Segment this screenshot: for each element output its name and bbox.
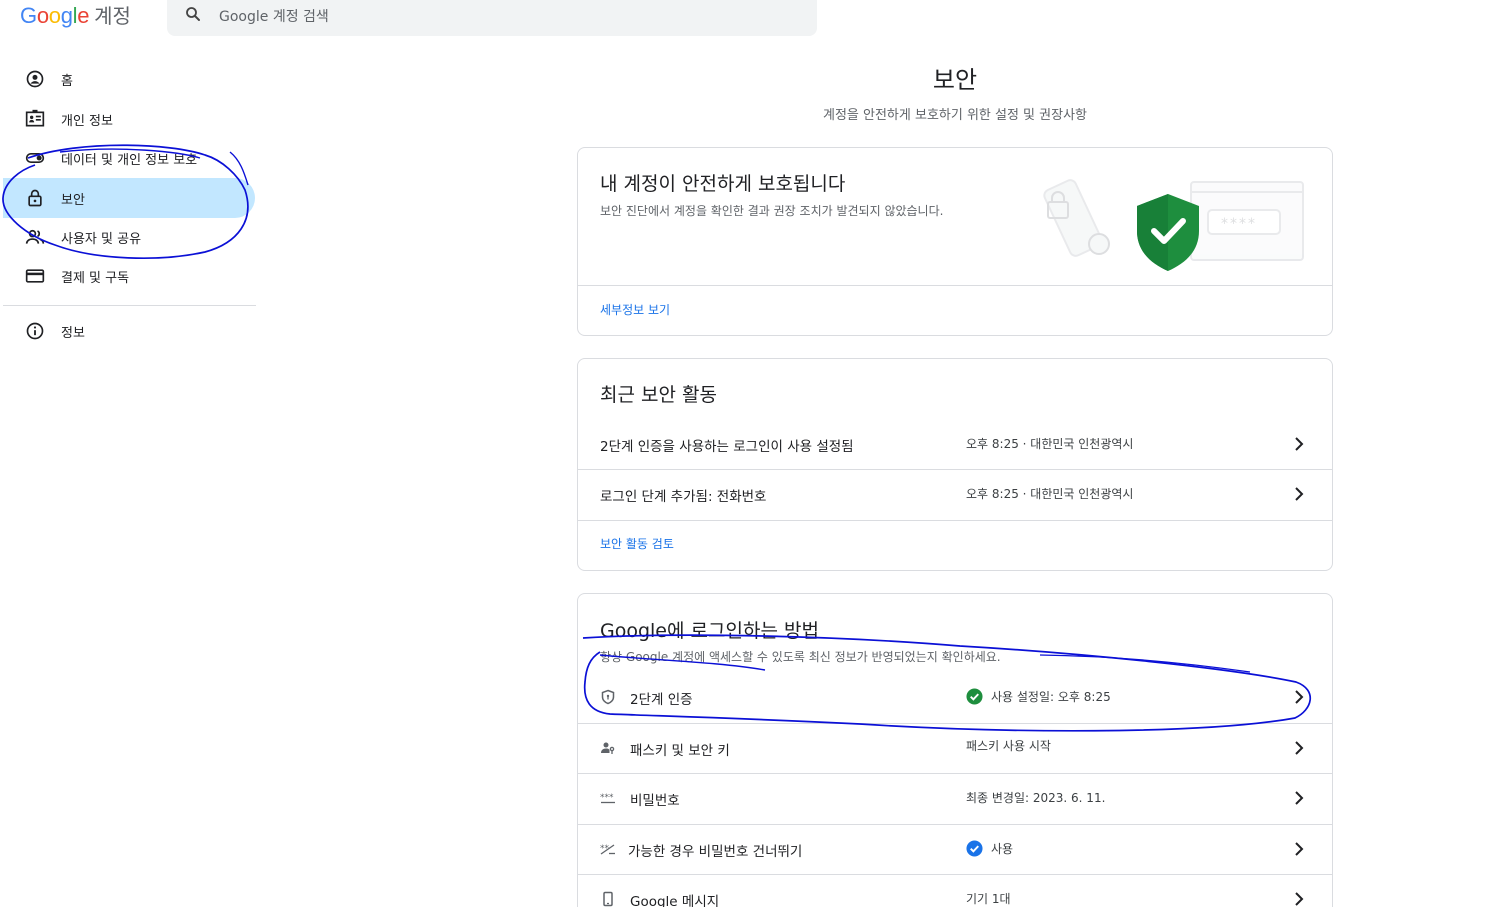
logo-account-label: 계정 [94,4,131,28]
chevron-right-icon [1295,892,1304,906]
status-card-desc: 보안 진단에서 계정을 확인한 결과 권장 조치가 발견되지 않았습니다. [600,204,944,218]
sidebar-item-people-sharing[interactable]: 사용자 및 공유 [0,217,255,257]
activity-row-label: 2단계 인증을 사용하는 로그인이 사용 설정됨 [600,439,854,455]
signin-row-label: Google 메시지 [630,894,720,907]
signin-card-title: Google에 로그인하는 방법 [600,620,819,642]
signin-methods-card: Google에 로그인하는 방법 항상 Google 계정에 액세스할 수 있도… [577,593,1333,907]
activity-row-label: 로그인 단계 추가됨: 전화번호 [600,489,767,505]
signin-card-desc: 항상 Google 계정에 액세스할 수 있도록 최신 정보가 반영되었는지 확… [600,650,1001,664]
signin-row-label: 패스키 및 보안 키 [630,743,730,759]
password-dots-icon: *** [600,793,615,804]
password-stars: **** [1221,216,1257,232]
page-title: 보안 [932,66,978,94]
status-card-title: 내 계정이 안전하게 보호됩니다 [600,173,846,195]
sidebar-item-label: 정보 [61,325,85,341]
chevron-right-icon [1295,437,1304,451]
search-bar[interactable]: Google 계정 검색 [167,0,817,36]
sidebar-item-payments[interactable]: 결제 및 구독 [0,256,255,296]
view-details-link[interactable]: 세부정보 보기 [600,301,670,318]
signin-row-label: 2단계 인증 [630,692,693,708]
review-activity-link[interactable]: 보안 활동 검토 [600,535,674,552]
info-icon [26,322,44,340]
phone-icon [603,891,613,907]
signin-row-google-prompt[interactable]: Google 메시지 기기 1대 [578,874,1332,907]
sidebar-item-security[interactable]: 보안 [3,178,255,218]
chevron-right-icon [1295,487,1304,501]
sidebar-item-label: 사용자 및 공유 [61,231,142,247]
person-key-icon [601,742,615,754]
lock-icon [28,189,42,207]
recent-activity-card: 최근 보안 활동 2단계 인증을 사용하는 로그인이 사용 설정됨 오후 8:2… [577,358,1333,571]
page-subtitle: 계정을 안전하게 보호하기 위한 설정 및 권장사항 [823,108,1087,123]
skip-password-icon: ** [600,844,615,855]
signin-row-skip-password[interactable]: ** 가능한 경우 비밀번호 건너뛰기 사용 [578,824,1332,874]
signin-row-value: 사용 설정일: 오후 8:25 [966,688,1111,705]
search-icon [186,7,200,21]
green-check-icon [966,688,983,705]
toggle-icon [25,153,45,163]
sidebar-item-label: 결제 및 구독 [61,270,130,286]
activity-row-value: 오후 8:25 · 대한민국 인천광역시 [966,487,1134,501]
activity-row-value: 오후 8:25 · 대한민국 인천광역시 [966,437,1134,451]
search-placeholder: Google 계정 검색 [219,9,329,25]
credit-card-icon [25,269,45,283]
google-logo-text: Google [20,3,90,28]
signin-row-label: 비밀번호 [630,793,680,809]
people-icon [25,229,45,244]
signin-row-value: 사용 [966,840,1013,857]
signin-row-2sv[interactable]: 2단계 인증 사용 설정일: 오후 8:25 [578,672,1332,722]
signin-row-passkeys[interactable]: 패스키 및 보안 키 패스키 사용 시작 [578,723,1332,773]
chevron-right-icon [1295,690,1304,704]
activity-card-title: 최근 보안 활동 [600,384,717,406]
chevron-right-icon [1295,741,1304,755]
signin-row-value: 기기 1대 [966,892,1011,906]
signin-row-value: 패스키 사용 시작 [966,739,1051,753]
signin-row-password[interactable]: *** 비밀번호 최종 변경일: 2023. 6. 11. [578,773,1332,823]
sidebar-item-label: 보안 [61,192,85,208]
chevron-right-icon [1295,791,1304,805]
blue-check-icon [966,840,983,857]
activity-row[interactable]: 로그인 단계 추가됨: 전화번호 오후 8:25 · 대한민국 인천광역시 [578,469,1332,519]
sidebar-divider [3,305,256,306]
signin-row-value: 최종 변경일: 2023. 6. 11. [966,791,1106,805]
signin-row-value-text: 사용 설정일: 오후 8:25 [991,690,1111,704]
activity-row[interactable]: 2단계 인증을 사용하는 로그인이 사용 설정됨 오후 8:25 · 대한민국 … [578,419,1332,469]
security-illustration: **** [1043,179,1304,271]
sidebar-item-label: 데이터 및 개인 정보 보호 [61,152,198,168]
google-account-logo[interactable]: Google 계정 [20,0,131,30]
sidebar-item-about[interactable]: 정보 [0,311,255,351]
signin-row-value-text: 사용 [991,842,1014,856]
signin-row-label: 가능한 경우 비밀번호 건너뛰기 [628,844,803,860]
chevron-right-icon [1295,842,1304,856]
sidebar-item-data-privacy[interactable]: 데이터 및 개인 정보 보호 [0,138,255,178]
svg-text:***: *** [600,793,614,803]
shield-icon [601,689,615,705]
security-status-card: 내 계정이 안전하게 보호됩니다 보안 진단에서 계정을 확인한 결과 권장 조… [577,147,1333,336]
